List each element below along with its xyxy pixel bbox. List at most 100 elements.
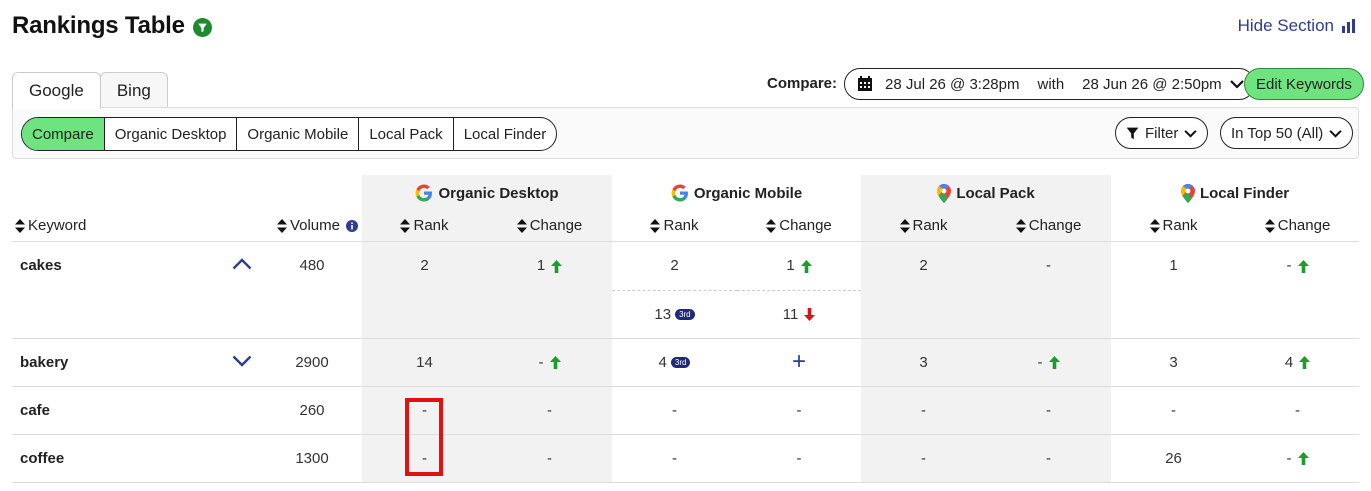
chevron-up-icon — [232, 258, 252, 270]
keyword-cell: coffee — [12, 434, 222, 483]
chevron-down-icon — [1184, 129, 1197, 138]
rank-cell: - — [861, 386, 987, 435]
filter-funnel-icon[interactable] — [192, 18, 212, 37]
hide-section-link[interactable]: Hide Section — [1238, 16, 1357, 36]
col-om-rank[interactable]: Rank — [612, 215, 737, 242]
sort-icon — [1149, 218, 1160, 233]
rank-cell: 14 — [362, 338, 487, 387]
view-tab-local-pack[interactable]: Local Pack — [358, 118, 452, 150]
view-tab-organic-desktop[interactable]: Organic Desktop — [103, 118, 237, 150]
google-icon — [415, 184, 433, 202]
rank-cell: - — [362, 434, 487, 483]
col-keyword[interactable]: Keyword — [12, 215, 222, 242]
col-od-rank[interactable]: Rank — [362, 215, 487, 242]
change-cell: - — [986, 386, 1112, 435]
col-label: Change — [1028, 217, 1082, 234]
chevron-down-icon — [1229, 80, 1244, 89]
change-value: - — [538, 353, 544, 371]
view-tab-local-finder[interactable]: Local Finder — [452, 118, 557, 150]
collapse-toggle[interactable] — [222, 241, 262, 290]
maps-pin-icon — [1180, 183, 1195, 203]
hide-section-label: Hide Section — [1237, 16, 1334, 35]
volume-cell: 480 — [299, 257, 325, 275]
keyword-cell: cafe — [12, 386, 222, 435]
rankings-table: Organic Desktop Organic Mobile Local Pac… — [12, 175, 1360, 483]
expand-toggle[interactable] — [222, 338, 262, 387]
table-row: cakes 480 2 1 2 1 2 - 1 - — [12, 241, 1359, 291]
change-cell: 1 — [487, 241, 612, 290]
arrow-up-icon — [549, 356, 561, 370]
chevron-down-icon — [1329, 129, 1342, 138]
change-cell: - — [737, 386, 862, 435]
col-label: Rank — [1162, 217, 1198, 234]
edit-keywords-button[interactable]: Edit Keywords — [1244, 68, 1364, 100]
sort-icon — [276, 218, 287, 233]
rank-cell: 2 — [919, 257, 928, 275]
group-local-pack: Local Pack — [861, 175, 1111, 215]
rank-cell: - — [362, 386, 487, 435]
col-lp-rank[interactable]: Rank — [861, 215, 987, 242]
change-cell: 11 — [737, 290, 862, 339]
change-cell: + — [737, 338, 862, 387]
sort-icon — [899, 218, 910, 233]
change-cell: - — [487, 434, 612, 483]
filter-panel: Compare Organic Desktop Organic Mobile L… — [12, 107, 1359, 159]
change-cell: - — [487, 386, 612, 435]
new-entry-plus: + — [792, 348, 807, 375]
col-lf-rank[interactable]: Rank — [1111, 215, 1237, 242]
funnel-icon — [1126, 127, 1139, 139]
change-cell: 1 — [737, 241, 862, 291]
rank-cell: - — [612, 434, 737, 483]
rank-cell: 4 3rd — [612, 338, 737, 387]
group-organic-desktop: Organic Desktop — [362, 175, 612, 215]
volume-cell: 1300 — [262, 434, 362, 483]
arrow-up-icon — [1297, 452, 1309, 466]
rank-cell: 2 — [420, 257, 429, 275]
compare-date-from: 28 Jul 26 @ 3:28pm — [885, 75, 1020, 93]
col-lf-change[interactable]: Change — [1236, 215, 1360, 242]
change-cell: - — [1236, 434, 1360, 483]
view-tab-compare[interactable]: Compare — [22, 118, 104, 150]
col-om-change[interactable]: Change — [737, 215, 862, 242]
rank-cell: 13 3rd — [612, 290, 737, 339]
chevron-down-icon — [232, 355, 252, 367]
view-tabs: Compare Organic Desktop Organic Mobile L… — [21, 117, 558, 151]
rank-cell: 2 — [612, 241, 737, 291]
volume-cell: 260 — [262, 386, 362, 435]
rank-cell: 3 — [1111, 338, 1237, 387]
view-tab-organic-mobile[interactable]: Organic Mobile — [236, 118, 358, 150]
change-cell: - — [986, 434, 1112, 483]
col-volume[interactable]: Volume — [262, 215, 362, 242]
tab-google[interactable]: Google — [12, 72, 101, 109]
rankings-table-wrap: Organic Desktop Organic Mobile Local Pac… — [12, 175, 1360, 483]
table-row: cafe 260 - - - - - - - - — [12, 386, 1360, 435]
google-icon — [671, 184, 688, 202]
tab-bing[interactable]: Bing — [99, 72, 168, 108]
sort-icon — [766, 218, 777, 233]
change-value: 1 — [536, 257, 546, 275]
change-value: - — [1286, 257, 1292, 275]
info-icon[interactable] — [346, 219, 358, 232]
rank-cell: 26 — [1111, 434, 1237, 483]
col-od-change[interactable]: Change — [487, 215, 612, 242]
group-label: Organic Desktop — [438, 184, 559, 202]
change-value: - — [1286, 449, 1292, 467]
rank-cell: - — [1111, 386, 1237, 435]
rank-value: 4 — [658, 353, 667, 371]
arrow-up-icon — [1297, 259, 1309, 273]
top-rank-dropdown[interactable]: In Top 50 (All) — [1220, 117, 1354, 149]
change-cell: - — [986, 338, 1112, 387]
change-value: 4 — [1284, 353, 1294, 371]
compare-date-selector[interactable]: 28 Jul 26 @ 3:28pm with 28 Jun 26 @ 2:50… — [844, 68, 1255, 100]
filter-button[interactable]: Filter — [1115, 117, 1209, 149]
filter-label: Filter — [1145, 124, 1179, 142]
col-lp-change[interactable]: Change — [986, 215, 1112, 242]
arrow-down-icon — [804, 308, 816, 322]
col-label: Change — [529, 217, 583, 234]
table-row: bakery 2900 14 - 4 3rd + 3 - 3 4 — [12, 338, 1360, 387]
sort-icon — [1015, 218, 1026, 233]
compare-with-text: with — [1037, 75, 1065, 93]
sort-icon — [1264, 218, 1275, 233]
calendar-icon — [858, 76, 872, 91]
keyword-cell: cakes — [20, 257, 62, 275]
